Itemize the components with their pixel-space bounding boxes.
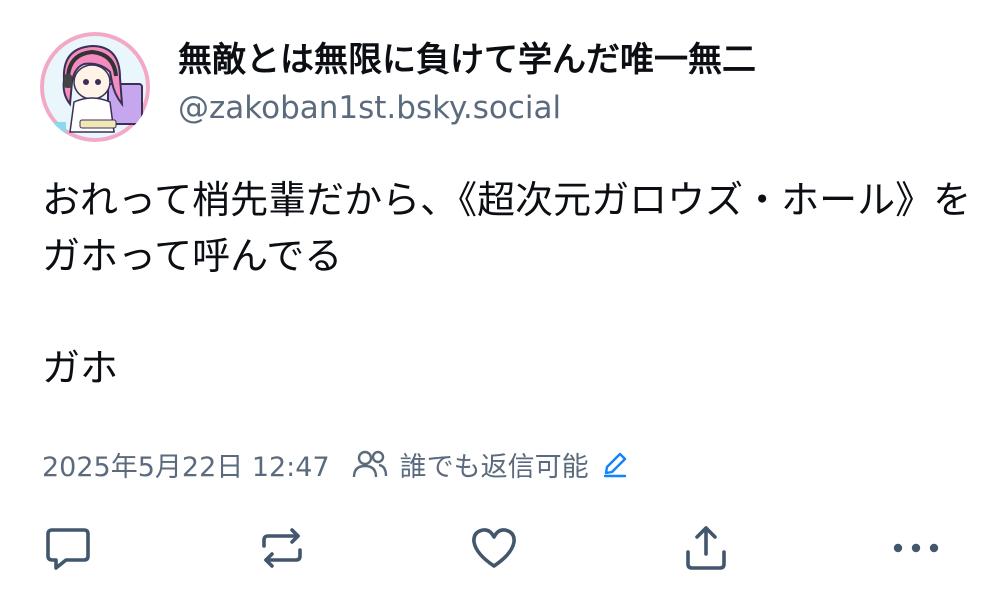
post-detail: ム 無敵とは無限に負けて学んだ唯一無二 @zakoban1st.bsky.soc… (0, 0, 1000, 609)
reply-button[interactable] (40, 520, 96, 576)
post-text: おれって梢先輩だから、《超次元ガロウズ・ホール》をガホって呼んでる ガホ (42, 178, 972, 390)
post-action-bar (0, 520, 1000, 580)
repost-arrows-icon (256, 522, 308, 574)
reply-setting-label[interactable]: 誰でも返信可能 (400, 445, 589, 484)
speech-bubble-icon (42, 522, 94, 574)
pencil-icon[interactable] (601, 450, 629, 478)
author-handle[interactable]: @zakoban1st.bsky.social (178, 88, 561, 128)
share-upload-icon (680, 522, 732, 574)
share-button[interactable] (678, 520, 734, 576)
author-avatar[interactable]: ム (40, 32, 150, 142)
people-icon (352, 449, 388, 479)
post-meta: 2025年5月22日 12:47 誰でも返信可能 (42, 442, 629, 486)
repost-button[interactable] (254, 520, 310, 576)
avatar-illustration: ム (40, 32, 150, 142)
more-dots-icon (888, 538, 944, 558)
like-button[interactable] (466, 520, 522, 576)
more-options-button[interactable] (888, 520, 944, 576)
post-timestamp[interactable]: 2025年5月22日 12:47 (42, 445, 330, 484)
heart-icon (468, 522, 520, 574)
avatar-label: ム (53, 126, 64, 139)
author-display-name[interactable]: 無敵とは無限に負けて学んだ唯一無二 (178, 38, 756, 82)
